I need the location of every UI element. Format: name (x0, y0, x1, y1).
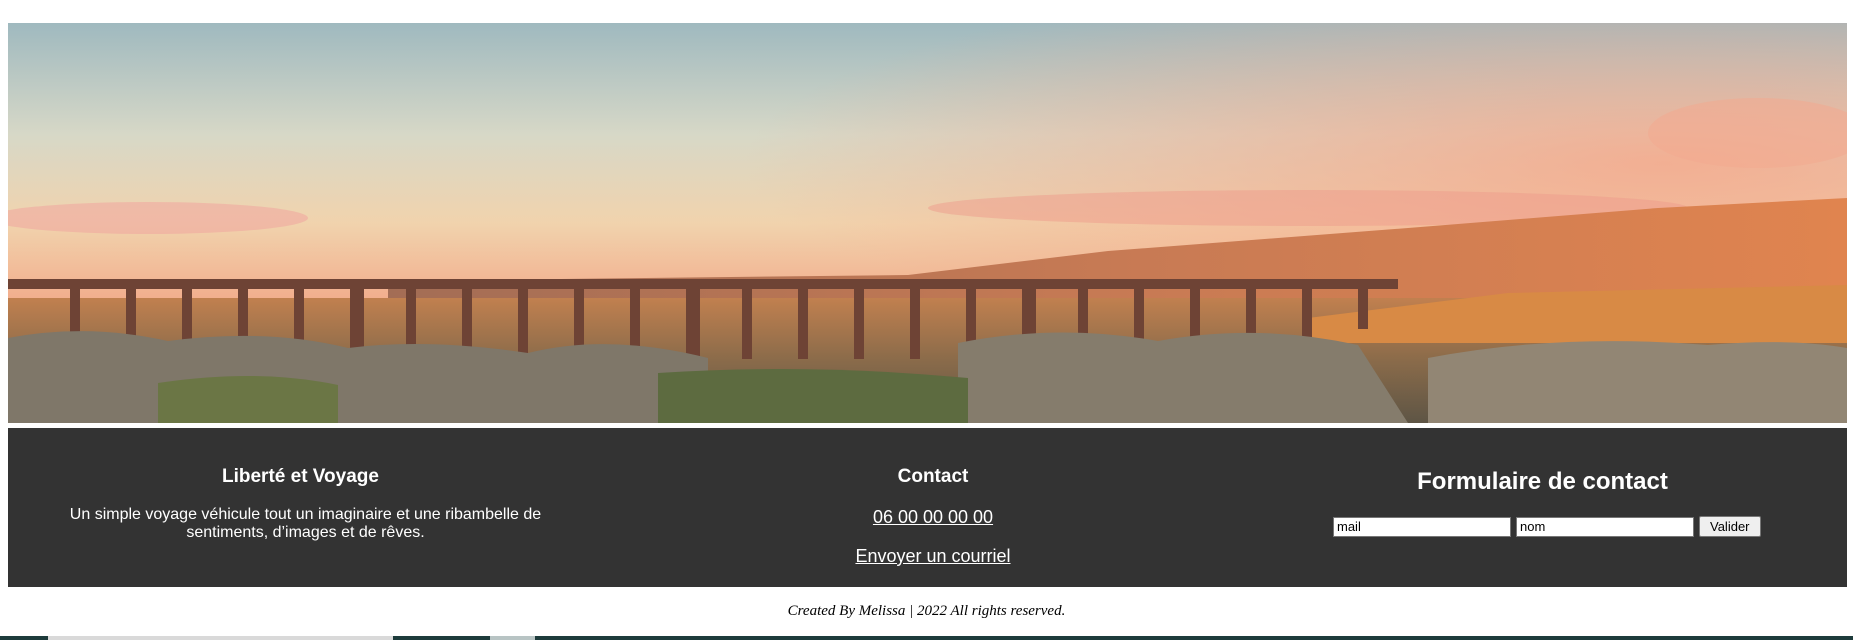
phone-link[interactable]: 06 00 00 00 00 (628, 507, 1238, 528)
info-footer: Liberté et Voyage Un simple voyage véhic… (8, 428, 1847, 587)
about-title: Liberté et Voyage (222, 466, 379, 487)
page: Liberté et Voyage Un simple voyage véhic… (0, 0, 1853, 640)
submit-button[interactable]: Valider (1699, 516, 1761, 537)
bottom-strip-segment (490, 636, 535, 640)
send-email-link[interactable]: Envoyer un courriel (628, 546, 1238, 567)
form-title: Formulaire de contact (1417, 468, 1668, 495)
credits-text: Created By Melissa | 2022 All rights res… (787, 603, 1066, 619)
mail-input[interactable] (1333, 516, 1511, 537)
about-text: Un simple voyage véhicule tout un imagin… (69, 506, 542, 541)
about-section: Liberté et Voyage Un simple voyage véhic… (8, 428, 593, 587)
viaduct-landscape-image (8, 23, 1847, 423)
contact-form: Valider (1333, 516, 1761, 537)
hero-banner-image (8, 23, 1847, 423)
contact-form-section: Formulaire de contact Valider (1238, 428, 1847, 587)
contact-section: Contact 06 00 00 00 00 Envoyer un courri… (628, 428, 1238, 587)
bottom-strip-segment (48, 636, 393, 640)
contact-title: Contact (897, 466, 969, 487)
name-input[interactable] (1516, 516, 1694, 537)
bottom-strip (0, 636, 1853, 640)
